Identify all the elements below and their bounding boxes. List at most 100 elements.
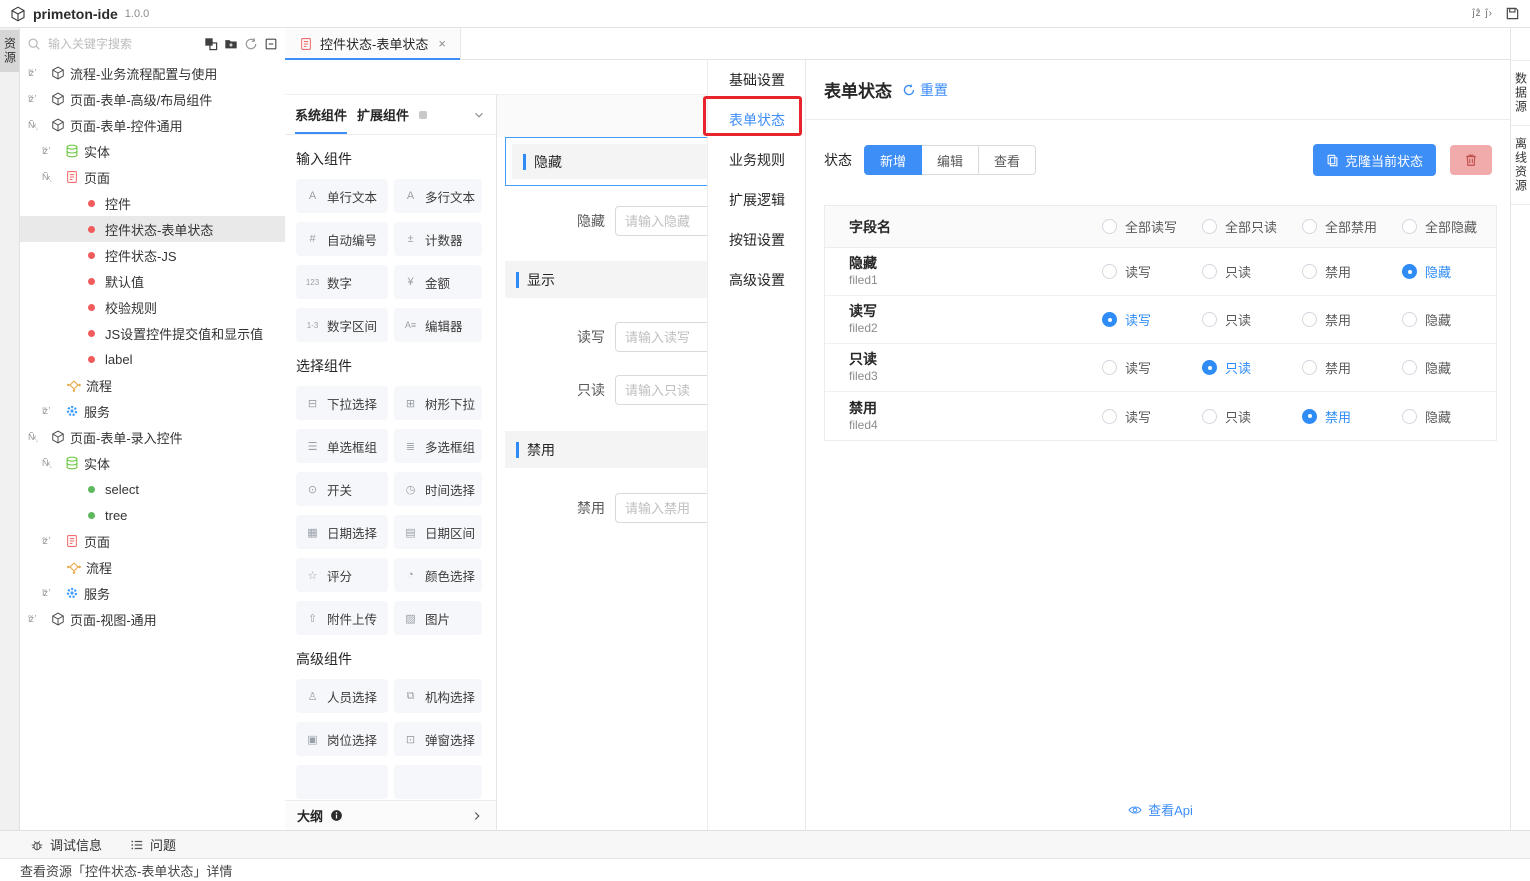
palette-item-cutoff[interactable]: [296, 765, 388, 799]
close-tab-icon[interactable]: ×: [438, 36, 446, 51]
chevron-right-icon[interactable]: [470, 809, 484, 823]
palette-item-person-picker[interactable]: ♙人员选择: [296, 679, 388, 713]
info-icon[interactable]: [330, 809, 343, 822]
option-hidden[interactable]: 隐藏: [1396, 310, 1496, 329]
radio-icon[interactable]: [1102, 264, 1117, 279]
palette-item-cutoff[interactable]: [394, 765, 482, 799]
expander-icon[interactable]: Ñ‹ˎ: [42, 458, 60, 468]
section-header-show[interactable]: 显示: [505, 261, 707, 298]
tree-item-widget-state-js[interactable]: 控件状态-JS: [20, 242, 285, 268]
option-readwrite[interactable]: 读写: [1096, 358, 1196, 377]
palette-item-auto-number[interactable]: #自动编号: [296, 222, 388, 256]
tree-item-service[interactable]: îž ʼ服务: [20, 398, 285, 424]
expander-icon[interactable]: Ñ‹ˎ: [42, 172, 60, 182]
tree-item-entity[interactable]: îž ʼ实体: [20, 138, 285, 164]
option-hidden[interactable]: 隐藏: [1396, 358, 1496, 377]
radio-icon[interactable]: [1102, 360, 1117, 375]
palette-item-post-picker[interactable]: ▣岗位选择: [296, 722, 388, 756]
section-header-hidden[interactable]: 隐藏: [512, 144, 707, 179]
tree-item-flow[interactable]: 流程: [20, 372, 285, 398]
tree-item-widget-state-form-state[interactable]: 控件状态-表单状态: [20, 216, 285, 242]
state-tab-edit[interactable]: 编辑: [922, 145, 979, 175]
expander-icon[interactable]: îž ʼ: [28, 94, 46, 104]
option-readonly[interactable]: 只读: [1196, 407, 1296, 426]
radio-icon[interactable]: [1402, 264, 1417, 279]
radio-icon[interactable]: [1202, 409, 1217, 424]
palette-item-multi-line-text[interactable]: A多行文本: [394, 179, 482, 213]
option-readonly[interactable]: 只读: [1196, 310, 1296, 329]
radio-icon[interactable]: [1202, 264, 1217, 279]
radio-icon[interactable]: [1302, 312, 1317, 327]
nav-item-basic-settings[interactable]: 基础设置: [708, 60, 805, 100]
tab-extend-components[interactable]: 扩展组件: [357, 95, 409, 134]
expander-icon[interactable]: îž ʼ: [42, 536, 60, 546]
option-hidden[interactable]: 隐藏: [1396, 407, 1496, 426]
palette-item-number-range[interactable]: 1-3数字区间: [296, 308, 388, 342]
expander-icon[interactable]: Ñ‹ˎ: [28, 432, 46, 442]
tree-item-widget[interactable]: 控件: [20, 190, 285, 216]
tree-item-page-layout[interactable]: îž ʼ页面-表单-高级/布局组件: [20, 86, 285, 112]
option-hidden-selected[interactable]: 隐藏: [1396, 262, 1496, 281]
tree-item-flow2[interactable]: 流程: [20, 554, 285, 580]
tree-item-widget-common[interactable]: Ñ‹ˎ页面-表单-控件通用: [20, 112, 285, 138]
palette-item-org-picker[interactable]: ⧉机构选择: [394, 679, 482, 713]
radio-icon[interactable]: [1102, 409, 1117, 424]
state-tab-add[interactable]: 新增: [864, 145, 922, 175]
palette-item-number[interactable]: 123数字: [296, 265, 388, 299]
tree-item-select[interactable]: select: [20, 476, 285, 502]
radio-icon[interactable]: [1202, 312, 1217, 327]
refresh-icon[interactable]: [244, 37, 258, 51]
expander-icon[interactable]: îž ʼ: [28, 68, 46, 78]
palette-item-checkbox-group[interactable]: ≣多选框组: [394, 429, 482, 463]
tree-item-service2[interactable]: îž ʼ服务: [20, 580, 285, 606]
tree-item-label-page[interactable]: label: [20, 346, 285, 372]
collapse-all-icon[interactable]: [264, 37, 278, 51]
expander-icon[interactable]: îž ʼ: [42, 146, 60, 156]
radio-icon[interactable]: [1302, 409, 1317, 424]
field-input-disabled[interactable]: [615, 493, 707, 523]
debug-info-button[interactable]: 调试信息: [30, 835, 102, 854]
bulk-option-hidden[interactable]: 全部隐藏: [1396, 217, 1496, 236]
radio-icon[interactable]: [1402, 219, 1417, 234]
field-input-readonly[interactable]: [615, 375, 707, 405]
palette-item-radio-group[interactable]: ☰单选框组: [296, 429, 388, 463]
bulk-option-readwrite[interactable]: 全部读写: [1096, 217, 1196, 236]
radio-icon[interactable]: [1302, 360, 1317, 375]
field-input-hidden[interactable]: [615, 206, 707, 236]
titlebar-glyph-icons[interactable]: ĵẑ ĵ›: [1472, 8, 1493, 19]
tree-item-process-config[interactable]: îž ʼ流程-业务流程配置与使用: [20, 60, 285, 86]
tree-item-page[interactable]: Ñ‹ˎ页面: [20, 164, 285, 190]
radio-icon[interactable]: [1202, 219, 1217, 234]
radio-icon[interactable]: [1402, 409, 1417, 424]
tree-item-entry-widget[interactable]: Ñ‹ˎ页面-表单-录入控件: [20, 424, 285, 450]
tree-item-tree[interactable]: tree: [20, 502, 285, 528]
field-input-readwrite[interactable]: [615, 322, 707, 352]
expander-icon[interactable]: îž ʼ: [28, 614, 46, 624]
chevron-down-icon[interactable]: [472, 108, 486, 122]
outline-bar[interactable]: 大纲: [285, 800, 496, 830]
option-disabled[interactable]: 禁用: [1296, 262, 1396, 281]
palette-item-image[interactable]: ▨图片: [394, 601, 482, 635]
rail-tab-datasource[interactable]: 数据源: [1511, 60, 1530, 126]
bulk-option-disabled[interactable]: 全部禁用: [1296, 217, 1396, 236]
radio-icon[interactable]: [1202, 360, 1217, 375]
search-input[interactable]: [46, 36, 199, 52]
editor-tab-active[interactable]: 控件状态-表单状态 ×: [285, 28, 461, 59]
tree-item-page-view-common[interactable]: îž ʼ页面-视图-通用: [20, 606, 285, 632]
palette-item-amount[interactable]: ¥金额: [394, 265, 482, 299]
expander-icon[interactable]: îž ʼ: [42, 406, 60, 416]
save-icon[interactable]: [1505, 6, 1520, 21]
rail-tab-resources[interactable]: 资源: [0, 30, 19, 72]
view-api-link[interactable]: 查看Api: [824, 800, 1497, 819]
palette-item-switch[interactable]: ⊙开关: [296, 472, 388, 506]
palette-item-dropdown[interactable]: ⊟下拉选择: [296, 386, 388, 420]
palette-item-tree-dropdown[interactable]: ⊞树形下拉: [394, 386, 482, 420]
palette-item-date-picker[interactable]: ▦日期选择: [296, 515, 388, 549]
radio-icon[interactable]: [1402, 312, 1417, 327]
tree-item-js-set-value[interactable]: JS设置控件提交值和显示值: [20, 320, 285, 346]
selected-section-hidden[interactable]: 隐藏: [505, 137, 707, 186]
tab-system-components[interactable]: 系统组件: [295, 95, 347, 134]
nav-item-button-settings[interactable]: 按钮设置: [708, 220, 805, 260]
tree-item-default-value[interactable]: 默认值: [20, 268, 285, 294]
palette-item-date-range[interactable]: ▤日期区间: [394, 515, 482, 549]
